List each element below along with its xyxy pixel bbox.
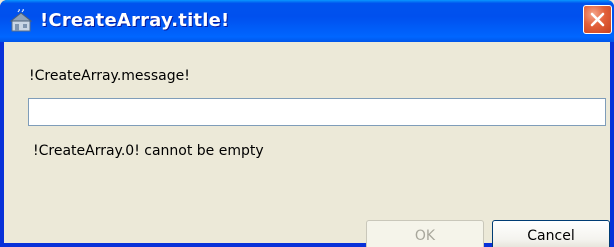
validation-error: !CreateArray.0! cannot be empty [33,143,264,159]
ok-button: OK [366,220,484,247]
array-name-input[interactable] [28,98,606,126]
title-bar[interactable]: !CreateArray.title! [0,0,614,42]
java-app-icon [9,8,33,33]
close-button[interactable] [583,5,612,34]
dialog-message: !CreateArray.message! [29,68,190,84]
cancel-button[interactable]: Cancel [492,220,610,247]
close-icon [590,12,605,27]
dialog-body: !CreateArray.message! !CreateArray.0! ca… [4,42,610,247]
dialog-window: !CreateArray.title! !CreateArray.message… [0,0,614,247]
window-title: !CreateArray.title! [40,10,230,31]
